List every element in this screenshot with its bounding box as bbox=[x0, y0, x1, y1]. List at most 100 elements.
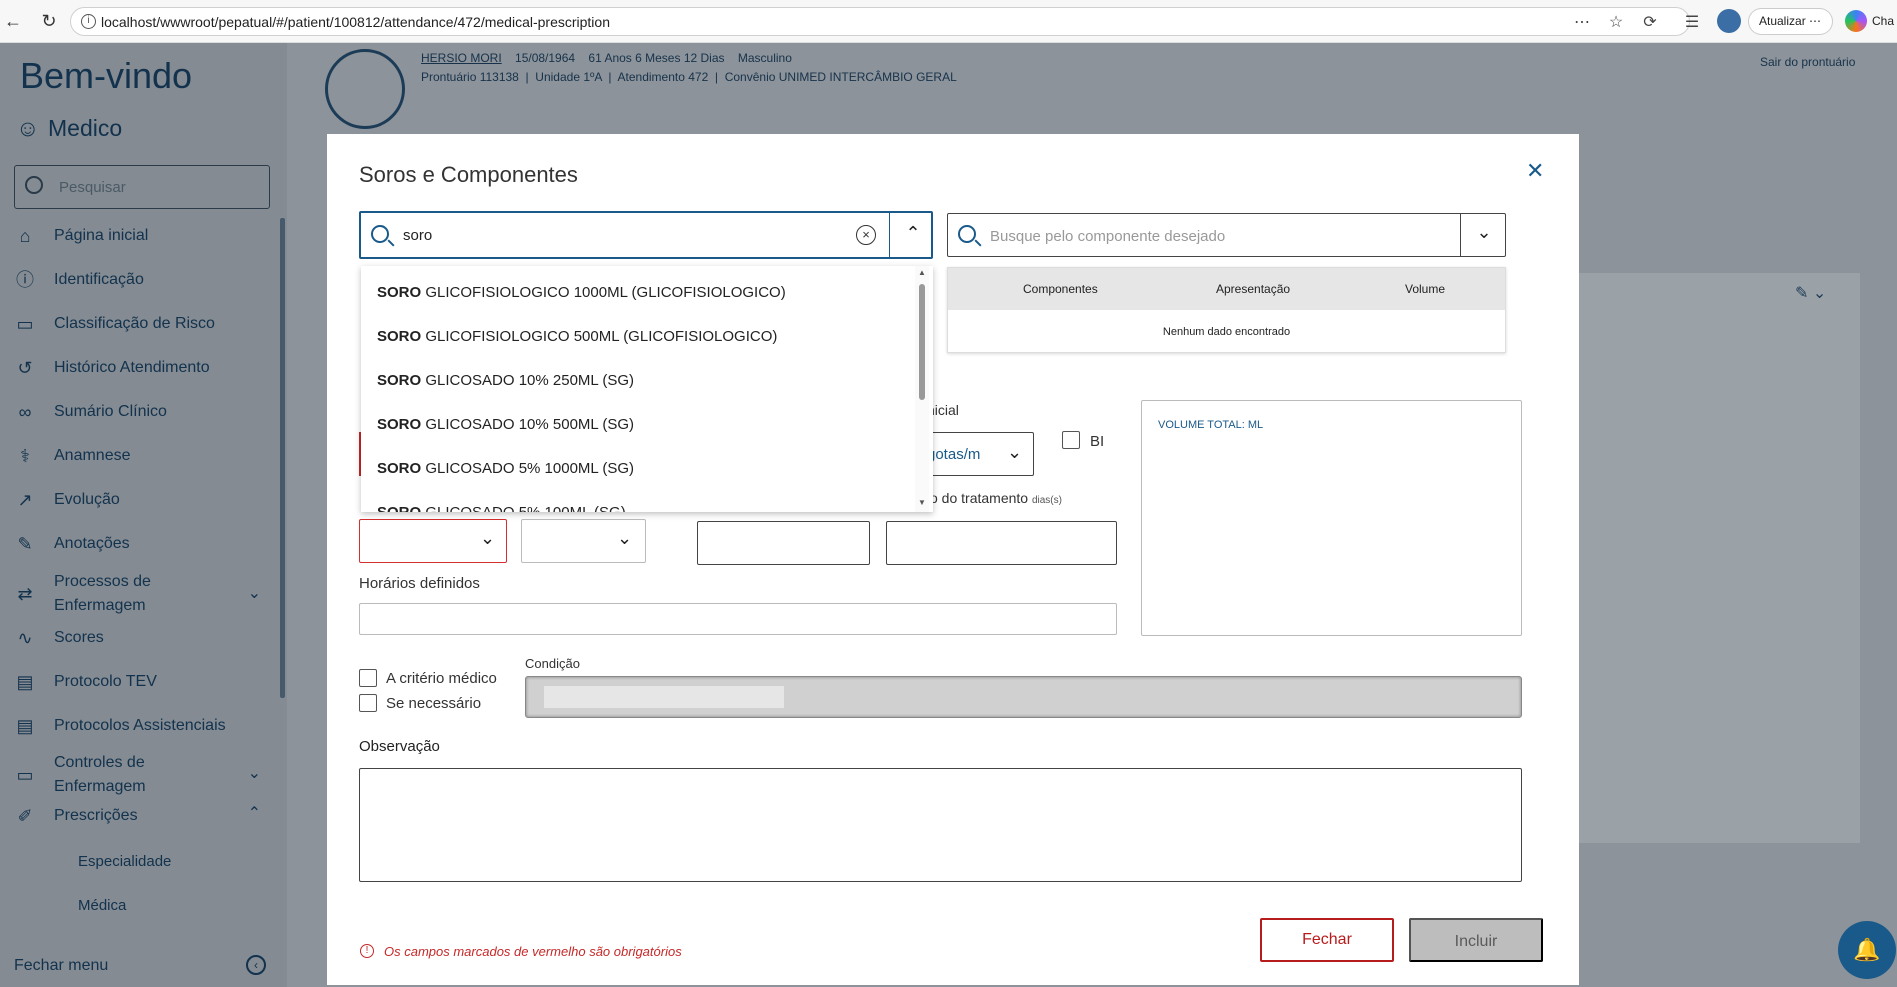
update-button[interactable]: Atualizar ⋯ bbox=[1748, 8, 1833, 35]
patient-sex: Masculino bbox=[737, 51, 792, 65]
sidebar-item-summary[interactable]: ∞ Sumário Clínico bbox=[14, 401, 167, 423]
sidebar-item-label: Evolução bbox=[54, 491, 120, 508]
duration-label: o do tratamento dias(s) bbox=[930, 490, 1062, 506]
include-button[interactable]: Incluir bbox=[1409, 918, 1543, 962]
chevron-down-icon[interactable]: ⌄ bbox=[1462, 222, 1506, 243]
column-header: Componentes bbox=[1023, 282, 1098, 296]
sidebar-item-label: Classificação de Risco bbox=[54, 315, 215, 332]
sidebar-item-anamnesis[interactable]: ⚕ Anamnese bbox=[14, 445, 131, 467]
sidebar-item-label: Anamnese bbox=[54, 447, 131, 464]
condition-input[interactable] bbox=[525, 676, 1522, 718]
list-item[interactable]: SORO GLICOFISIOLOGICO 500ML (GLICOFISIOL… bbox=[377, 328, 777, 345]
sidebar-item-nursing-processes[interactable]: ⇄ Processos de Enfermagem bbox=[14, 570, 151, 618]
notification-bell-icon[interactable]: 🔔 bbox=[1838, 921, 1896, 979]
site-info-icon[interactable]: i bbox=[81, 14, 96, 29]
pencil-icon: ✎ bbox=[17, 534, 33, 554]
modal-title: Soros e Componentes bbox=[359, 162, 578, 187]
schedule-label: Horários definidos bbox=[359, 575, 480, 592]
match-text: SORO bbox=[377, 416, 422, 433]
sidebar-item-scores[interactable]: ∿ Scores bbox=[14, 627, 104, 649]
chevron-down-icon[interactable]: ⌄ bbox=[1007, 442, 1022, 463]
read-aloud-icon[interactable]: ⋯ bbox=[1572, 12, 1592, 32]
observation-label: Observação bbox=[359, 738, 440, 755]
chevron-up-icon[interactable]: ⌃ bbox=[248, 803, 261, 823]
patient-name[interactable]: HERSIO MORI bbox=[421, 51, 502, 65]
sidebar-item-home[interactable]: ⌂ Página inicial bbox=[14, 225, 149, 247]
favorite-star-icon[interactable]: ☆ bbox=[1606, 12, 1626, 32]
required-select[interactable]: ⌄ bbox=[359, 519, 507, 563]
item-text: GLICOFISIOLOGICO 500ML (GLICOFISIOLOGICO… bbox=[421, 328, 778, 345]
sidebar-item-risk[interactable]: ▭ Classificação de Risco bbox=[14, 313, 215, 335]
sidebar-item-history[interactable]: ↺ Histórico Atendimento bbox=[14, 357, 209, 379]
sidebar-item-label: Identificação bbox=[54, 271, 144, 288]
patient-age: 61 Anos 6 Meses 12 Dias bbox=[588, 51, 725, 65]
close-button[interactable]: Fechar bbox=[1260, 918, 1394, 962]
soro-search-input[interactable] bbox=[403, 223, 803, 247]
component-search-input[interactable] bbox=[990, 224, 1440, 248]
cycle-icon: ⇄ bbox=[17, 584, 33, 604]
sidebar-search-input[interactable]: Pesquisar bbox=[14, 165, 270, 209]
sidebar-item-label: Página inicial bbox=[54, 227, 149, 244]
match-text: SORO bbox=[377, 372, 422, 389]
chevron-down-icon[interactable]: ⌄ bbox=[248, 763, 261, 783]
sidebar-item-evolution[interactable]: ↗ Evolução bbox=[14, 489, 120, 511]
list-item[interactable]: SORO GLICOSADO 10% 500ML (SG) bbox=[377, 416, 634, 433]
list-item[interactable]: SORO GLICOSADO 5% 1000ML (SG) bbox=[377, 460, 634, 477]
list-item[interactable]: SORO GLICOSADO 10% 250ML (SG) bbox=[377, 372, 634, 389]
scroll-thumb[interactable] bbox=[919, 284, 925, 400]
chevron-up-icon[interactable]: ⌃ bbox=[899, 223, 927, 244]
browser-toolbar: ← ↻ i localhost/wwwroot/pepatual/#/patie… bbox=[0, 0, 1897, 43]
sidebar-item-label: Scores bbox=[54, 629, 104, 646]
role-label: Medico bbox=[48, 115, 123, 141]
component-search-box: ⌄ bbox=[947, 213, 1506, 257]
back-icon[interactable]: ← bbox=[2, 10, 24, 32]
search-icon bbox=[958, 225, 976, 243]
quantity-input[interactable] bbox=[697, 521, 870, 565]
favorites-icon[interactable]: ☰ bbox=[1682, 12, 1702, 32]
scroll-up-icon[interactable]: ▲ bbox=[918, 268, 926, 277]
sidebar-scrollbar[interactable] bbox=[280, 218, 285, 698]
chat-label[interactable]: Cha bbox=[1872, 14, 1894, 28]
sidebar-item-notes[interactable]: ✎ Anotações bbox=[14, 533, 129, 555]
address-bar[interactable]: i localhost/wwwroot/pepatual/#/patient/1… bbox=[70, 7, 1690, 36]
bi-checkbox[interactable] bbox=[1062, 431, 1080, 449]
collapse-icon[interactable]: ‹ bbox=[246, 955, 266, 975]
item-text: GLICOSADO 5% 100ML (SG) bbox=[421, 504, 625, 512]
item-text: GLICOSADO 10% 250ML (SG) bbox=[421, 372, 635, 389]
sidebar-item-nursing-controls[interactable]: ▭ Controles de Enfermagem bbox=[14, 751, 145, 799]
secondary-select[interactable]: ⌄ bbox=[521, 519, 646, 563]
background-edit-icons: ✎ ⌄ bbox=[1795, 285, 1827, 302]
syringe-icon: ✐ bbox=[17, 806, 33, 826]
duration-input[interactable] bbox=[886, 521, 1117, 565]
exit-record-link[interactable]: Sair do prontuário bbox=[1760, 55, 1855, 69]
sidebar-item-prescriptions[interactable]: ✐ Prescrições bbox=[14, 805, 137, 827]
sidebar-item-label: Enfermagem bbox=[54, 597, 146, 614]
necessario-checkbox[interactable] bbox=[359, 694, 377, 712]
copilot-icon[interactable] bbox=[1845, 10, 1867, 32]
close-icon[interactable]: ✕ bbox=[1526, 158, 1544, 184]
extensions-icon[interactable]: ⟳ bbox=[1640, 12, 1660, 32]
stethoscope-icon: ⚕ bbox=[20, 446, 30, 466]
sidebar-item-identification[interactable]: ⓘ Identificação bbox=[14, 269, 144, 291]
list-item[interactable]: SORO GLICOFISIOLOGICO 1000ML (GLICOFISIO… bbox=[377, 284, 786, 301]
list-item[interactable]: SORO GLICOSADO 5% 100ML (SG) bbox=[377, 504, 626, 512]
clear-icon[interactable]: × bbox=[856, 225, 876, 245]
column-header: Apresentação bbox=[1216, 282, 1291, 296]
scroll-down-icon[interactable]: ▼ bbox=[918, 498, 926, 507]
profile-avatar[interactable] bbox=[1717, 9, 1741, 33]
close-menu-button[interactable]: Fechar menu bbox=[14, 957, 108, 975]
sidebar-item-label: Protocolos Assistenciais bbox=[54, 717, 226, 734]
dropdown-scrollbar[interactable]: ▲ ▼ bbox=[915, 266, 929, 512]
sidebar-subitem-specialty[interactable]: Especialidade bbox=[78, 853, 171, 870]
sidebar-subitem-medical[interactable]: Médica bbox=[78, 897, 126, 914]
observation-textarea[interactable] bbox=[359, 768, 1522, 882]
reload-icon[interactable]: ↻ bbox=[38, 10, 60, 32]
sidebar-item-protocols[interactable]: ▤ Protocolos Assistenciais bbox=[14, 715, 226, 737]
sidebar-item-label: Processos de bbox=[54, 573, 151, 590]
criterio-checkbox[interactable] bbox=[359, 669, 377, 687]
chevron-down-icon[interactable]: ⌄ bbox=[248, 583, 261, 603]
url-text: localhost/wwwroot/pepatual/#/patient/100… bbox=[101, 14, 610, 30]
schedule-input[interactable] bbox=[359, 603, 1117, 635]
sidebar-item-tev[interactable]: ▤ Protocolo TEV bbox=[14, 671, 156, 693]
patient-header: HERSIO MORI 15/08/1964 61 Anos 6 Meses 1… bbox=[325, 49, 1725, 129]
